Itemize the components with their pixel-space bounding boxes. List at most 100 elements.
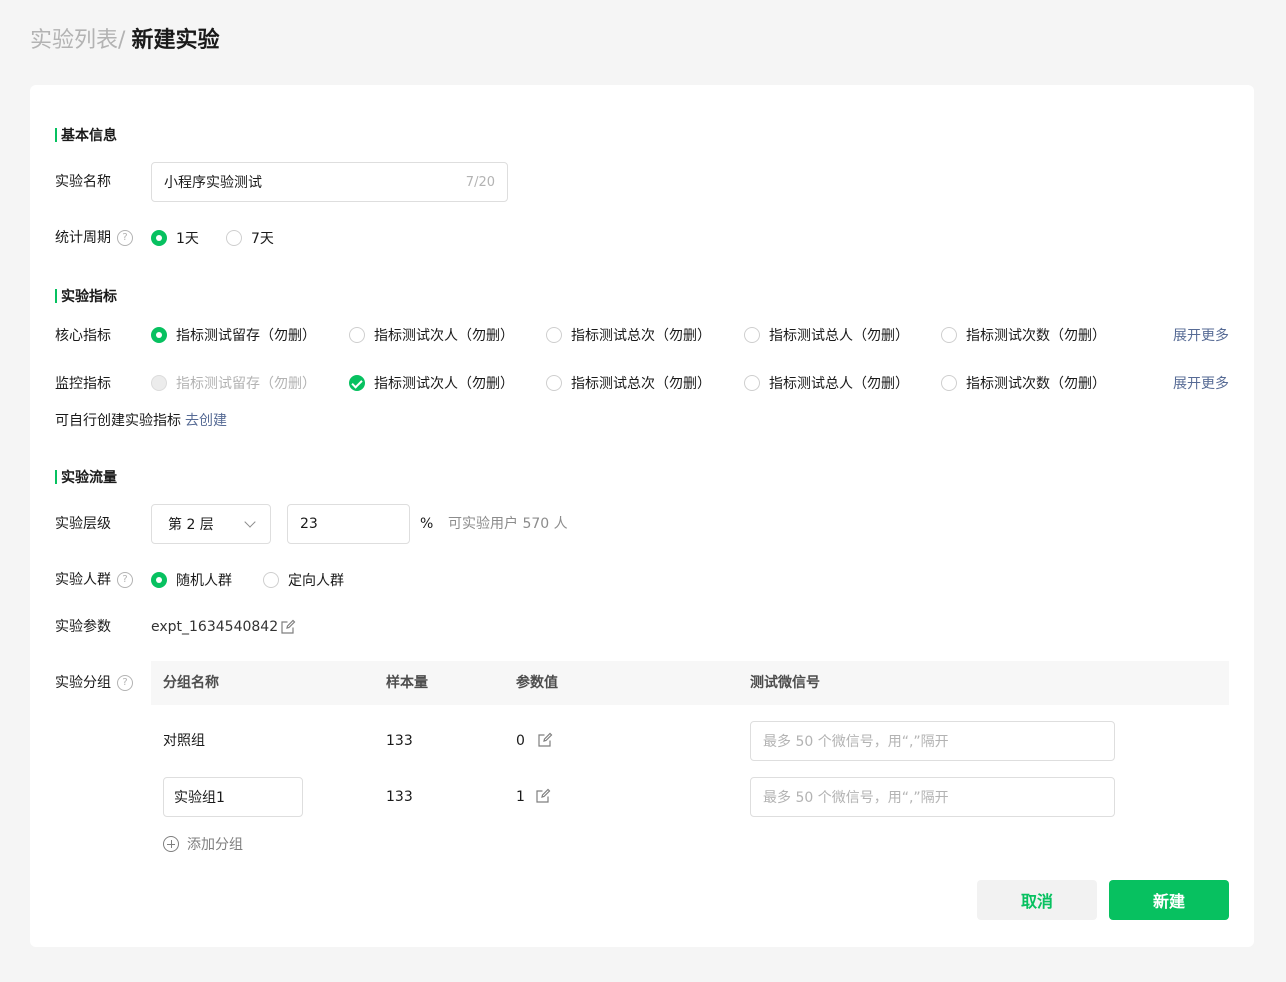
page-title: 新建实验 — [131, 28, 220, 53]
edit-icon[interactable] — [280, 619, 296, 635]
audience-option-random[interactable]: 随机人群 — [151, 570, 232, 590]
monitor-metric-option-disabled: 指标测试留存（勿删） — [151, 373, 316, 393]
group-param: 1 — [516, 789, 525, 805]
param-value: expt_1634540842 — [151, 619, 279, 635]
percent-unit: % — [420, 516, 434, 532]
col-group-name: 分组名称 — [163, 675, 219, 691]
groups-table-header — [151, 661, 1229, 705]
layer-select[interactable]: 第 2 层 — [151, 504, 271, 544]
section-basic-title: 基本信息 — [61, 128, 117, 144]
section-accent-bar — [55, 128, 57, 142]
audience-option-label: 定向人群 — [288, 573, 344, 589]
edit-icon[interactable] — [537, 732, 553, 748]
monitor-metric-expand-more[interactable]: 展开更多 — [1173, 373, 1229, 393]
core-metric-label: 核心指标 — [55, 328, 111, 344]
monitor-metric-option-label: 指标测试总次（勿删） — [571, 376, 711, 392]
section-basic-info: 基本信息 — [55, 125, 117, 145]
core-metric-option-label: 指标测试总人（勿删） — [769, 328, 909, 344]
audience-label: 实验人群 ? — [55, 570, 133, 590]
core-metric-option-label: 指标测试次数（勿删） — [966, 328, 1106, 344]
experiment-name-label: 实验名称 — [55, 174, 111, 190]
monitor-metric-option[interactable]: 指标测试次数（勿删） — [941, 373, 1106, 393]
edit-icon[interactable] — [535, 788, 551, 804]
stat-period-label: 统计周期 ? — [55, 228, 133, 248]
create-metric-hint: 可自行创建实验指标 去创建 — [55, 411, 227, 431]
core-metric-option-label: 指标测试留存（勿删） — [176, 328, 316, 344]
radio-selected-icon — [151, 327, 167, 343]
create-metric-link[interactable]: 去创建 — [185, 411, 227, 431]
breadcrumb-experiment-list[interactable]: 实验列表 — [30, 22, 118, 54]
test-wechat-input[interactable]: 最多 50 个微信号，用“,”隔开 — [750, 777, 1115, 817]
group-name-input[interactable]: 实验组1 — [163, 777, 303, 817]
traffic-percent-input[interactable]: 23 — [287, 504, 410, 544]
core-metric-option[interactable]: 指标测试总次（勿删） — [546, 325, 711, 345]
radio-unselected-icon — [744, 327, 760, 343]
period-option-1d[interactable]: 1天 — [151, 228, 199, 248]
group-name-control: 对照组 — [163, 733, 205, 749]
radio-unselected-icon — [349, 327, 365, 343]
create-metric-hint-text: 可自行创建实验指标 — [55, 413, 181, 429]
monitor-metric-option[interactable]: 指标测试总人（勿删） — [744, 373, 909, 393]
experiment-name-value: 小程序实验测试 — [164, 175, 262, 191]
radio-unselected-icon — [263, 572, 279, 588]
audience-label-text: 实验人群 — [55, 572, 111, 588]
add-group-label: 添加分组 — [187, 837, 243, 853]
available-users-text: 可实验用户 570 人 — [448, 516, 568, 532]
period-option-label: 1天 — [176, 231, 199, 247]
core-metric-option-label: 指标测试总次（勿删） — [571, 328, 711, 344]
checkbox-unchecked-icon — [941, 375, 957, 391]
test-wechat-input[interactable]: 最多 50 个微信号，用“,”隔开 — [750, 721, 1115, 761]
core-metric-expand-more[interactable]: 展开更多 — [1173, 325, 1229, 345]
layer-select-value: 第 2 层 — [168, 517, 214, 533]
group-samples: 133 — [386, 733, 413, 749]
stat-period-label-text: 统计周期 — [55, 230, 111, 246]
groups-label: 实验分组 ? — [55, 673, 133, 693]
audience-option-label: 随机人群 — [176, 573, 232, 589]
create-button[interactable]: 新建 — [1109, 880, 1229, 920]
help-icon[interactable]: ? — [117, 230, 133, 246]
section-accent-bar — [55, 289, 57, 303]
add-group-button[interactable]: 添加分组 — [163, 834, 243, 854]
help-icon[interactable]: ? — [117, 572, 133, 588]
audience-option-targeted[interactable]: 定向人群 — [263, 570, 344, 590]
chevron-down-icon — [244, 516, 256, 528]
group-param: 0 — [516, 733, 525, 749]
traffic-percent-value: 23 — [300, 516, 318, 532]
monitor-metric-option-label: 指标测试次人（勿删） — [374, 376, 514, 392]
section-metrics: 实验指标 — [55, 286, 117, 306]
col-test-wechat: 测试微信号 — [750, 675, 820, 691]
section-traffic-title: 实验流量 — [61, 470, 117, 486]
section-traffic: 实验流量 — [55, 467, 117, 487]
period-option-7d[interactable]: 7天 — [226, 228, 274, 248]
core-metric-option[interactable]: 指标测试留存（勿删） — [151, 325, 316, 345]
radio-unselected-icon — [941, 327, 957, 343]
radio-selected-icon — [151, 230, 167, 246]
breadcrumb: 实验列表 / 新建实验 — [30, 22, 219, 54]
test-wechat-placeholder: 最多 50 个微信号，用“,”隔开 — [763, 790, 949, 806]
cancel-button[interactable]: 取消 — [977, 880, 1097, 920]
monitor-metric-option-label: 指标测试次数（勿删） — [966, 376, 1106, 392]
core-metric-option[interactable]: 指标测试总人（勿删） — [744, 325, 909, 345]
monitor-metric-option-label: 指标测试总人（勿删） — [769, 376, 909, 392]
name-char-counter: 7/20 — [465, 174, 495, 190]
core-metric-option[interactable]: 指标测试次人（勿删） — [349, 325, 514, 345]
monitor-metric-option[interactable]: 指标测试总次（勿删） — [546, 373, 711, 393]
core-metric-option[interactable]: 指标测试次数（勿删） — [941, 325, 1106, 345]
core-metric-option-label: 指标测试次人（勿删） — [374, 328, 514, 344]
experiment-name-input[interactable]: 小程序实验测试 7/20 — [151, 162, 508, 202]
layer-label: 实验层级 — [55, 516, 111, 532]
param-label: 实验参数 — [55, 619, 111, 635]
radio-unselected-icon — [546, 327, 562, 343]
checkbox-unchecked-icon — [744, 375, 760, 391]
col-param-value: 参数值 — [516, 675, 558, 691]
checkbox-checked-icon — [349, 375, 365, 391]
checkbox-disabled-icon — [151, 375, 167, 391]
help-icon[interactable]: ? — [117, 675, 133, 691]
group-name-value: 实验组1 — [174, 790, 225, 806]
plus-circle-icon — [163, 836, 179, 852]
monitor-metric-label: 监控指标 — [55, 376, 111, 392]
breadcrumb-separator: / — [118, 28, 126, 53]
monitor-metric-option[interactable]: 指标测试次人（勿删） — [349, 373, 514, 393]
section-accent-bar — [55, 470, 57, 484]
test-wechat-placeholder: 最多 50 个微信号，用“,”隔开 — [763, 734, 949, 750]
